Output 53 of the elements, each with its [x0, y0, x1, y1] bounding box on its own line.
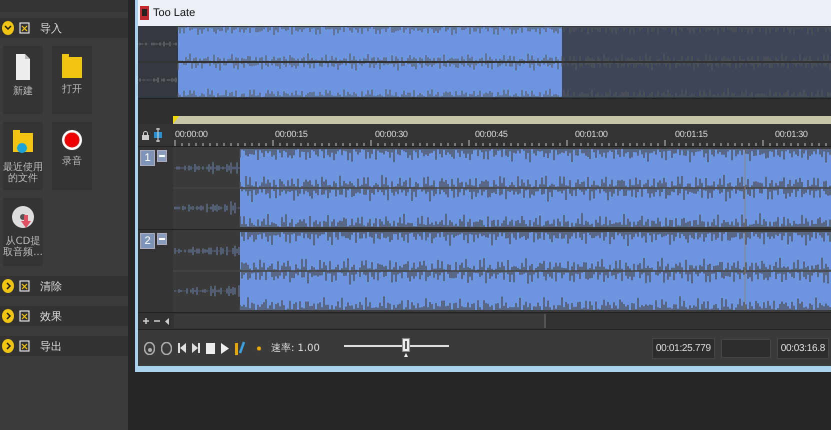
chevron-right-icon — [2, 279, 14, 293]
time-label: 00:00:15 — [275, 129, 308, 139]
slider-thumb[interactable] — [402, 338, 410, 358]
section-icon — [19, 340, 30, 352]
section-header[interactable]: 效果 — [0, 306, 128, 326]
play-button[interactable] — [221, 342, 229, 354]
length-field: 00:03:16.8 — [776, 338, 829, 358]
section-header[interactable]: 清除 — [0, 276, 128, 296]
loop-button[interactable] — [144, 342, 155, 354]
collapse-button[interactable] — [157, 233, 167, 245]
import-tile[interactable]: 从CD提取音频... — [3, 198, 43, 266]
section-icon — [19, 280, 30, 292]
file-icon — [140, 6, 149, 20]
lock-icon[interactable] — [142, 130, 149, 140]
speed-label: 速率: 1.00 — [271, 342, 320, 355]
folder-icon — [62, 54, 82, 78]
time-label: 00:01:00 — [575, 129, 608, 139]
skip-forward-button[interactable] — [192, 343, 200, 353]
scrollbar-thumb[interactable] — [174, 314, 546, 328]
section-icon — [19, 22, 30, 34]
zoom-in-icon[interactable] — [143, 318, 149, 324]
record-icon — [62, 130, 82, 150]
skip-back-button[interactable] — [178, 343, 186, 353]
snap-icon[interactable] — [153, 128, 163, 142]
section-icon — [19, 310, 30, 322]
collapse-button[interactable] — [157, 150, 167, 162]
import-tile[interactable]: 录音 — [52, 122, 92, 190]
speed-slider[interactable] — [344, 338, 449, 358]
scroll-left-icon[interactable] — [165, 318, 169, 324]
window-title: Too Late — [153, 7, 196, 19]
time-label: 00:00:45 — [475, 129, 508, 139]
time-label: 00:01:15 — [675, 129, 708, 139]
empty-field — [720, 338, 771, 358]
chevron-down-icon — [2, 21, 14, 35]
start-marker-icon[interactable] — [173, 116, 179, 124]
record-button[interactable] — [161, 342, 172, 354]
document-icon — [16, 54, 30, 80]
disc-download-icon — [12, 206, 34, 230]
section-header[interactable]: 导入 — [0, 18, 128, 38]
import-tile[interactable]: 打开 — [52, 46, 92, 114]
time-label: 00:01:30 — [775, 129, 808, 139]
chevron-right-icon — [2, 309, 14, 323]
import-tile[interactable]: 新建 — [3, 46, 43, 114]
chevron-right-icon — [2, 339, 14, 353]
time-label: 00:00:00 — [175, 129, 208, 139]
time-label: 00:00:30 — [375, 129, 408, 139]
position-field: 00:01:25.779 — [652, 338, 715, 358]
import-tile[interactable]: 最近使用的文件 — [3, 122, 43, 190]
zoom-out-icon[interactable] — [154, 318, 160, 324]
marker-button[interactable] — [235, 341, 245, 355]
stop-button[interactable] — [206, 342, 215, 354]
folder-icon — [13, 130, 33, 156]
section-header[interactable]: 导出 — [0, 336, 128, 356]
